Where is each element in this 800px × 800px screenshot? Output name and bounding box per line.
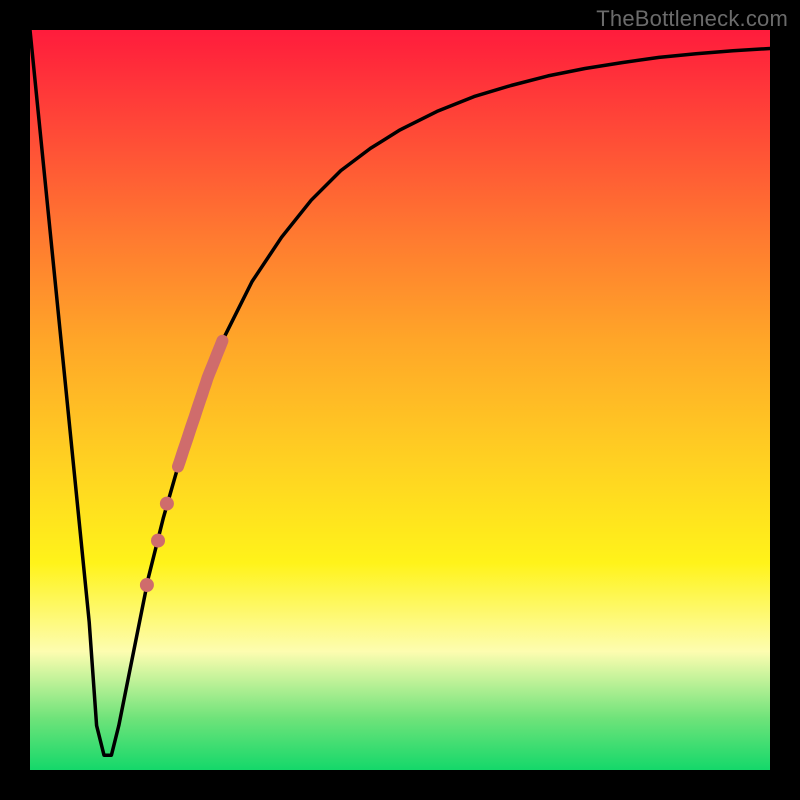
highlight-dot <box>140 578 154 592</box>
highlight-dot <box>160 497 174 511</box>
watermark-text: TheBottleneck.com <box>596 6 788 32</box>
bottleneck-curve <box>30 30 770 755</box>
plot-area <box>30 30 770 770</box>
curve-svg <box>30 30 770 770</box>
highlight-dot <box>151 534 165 548</box>
chart-frame: TheBottleneck.com <box>0 0 800 800</box>
highlight-band <box>178 341 222 467</box>
highlight-dots <box>140 497 174 592</box>
